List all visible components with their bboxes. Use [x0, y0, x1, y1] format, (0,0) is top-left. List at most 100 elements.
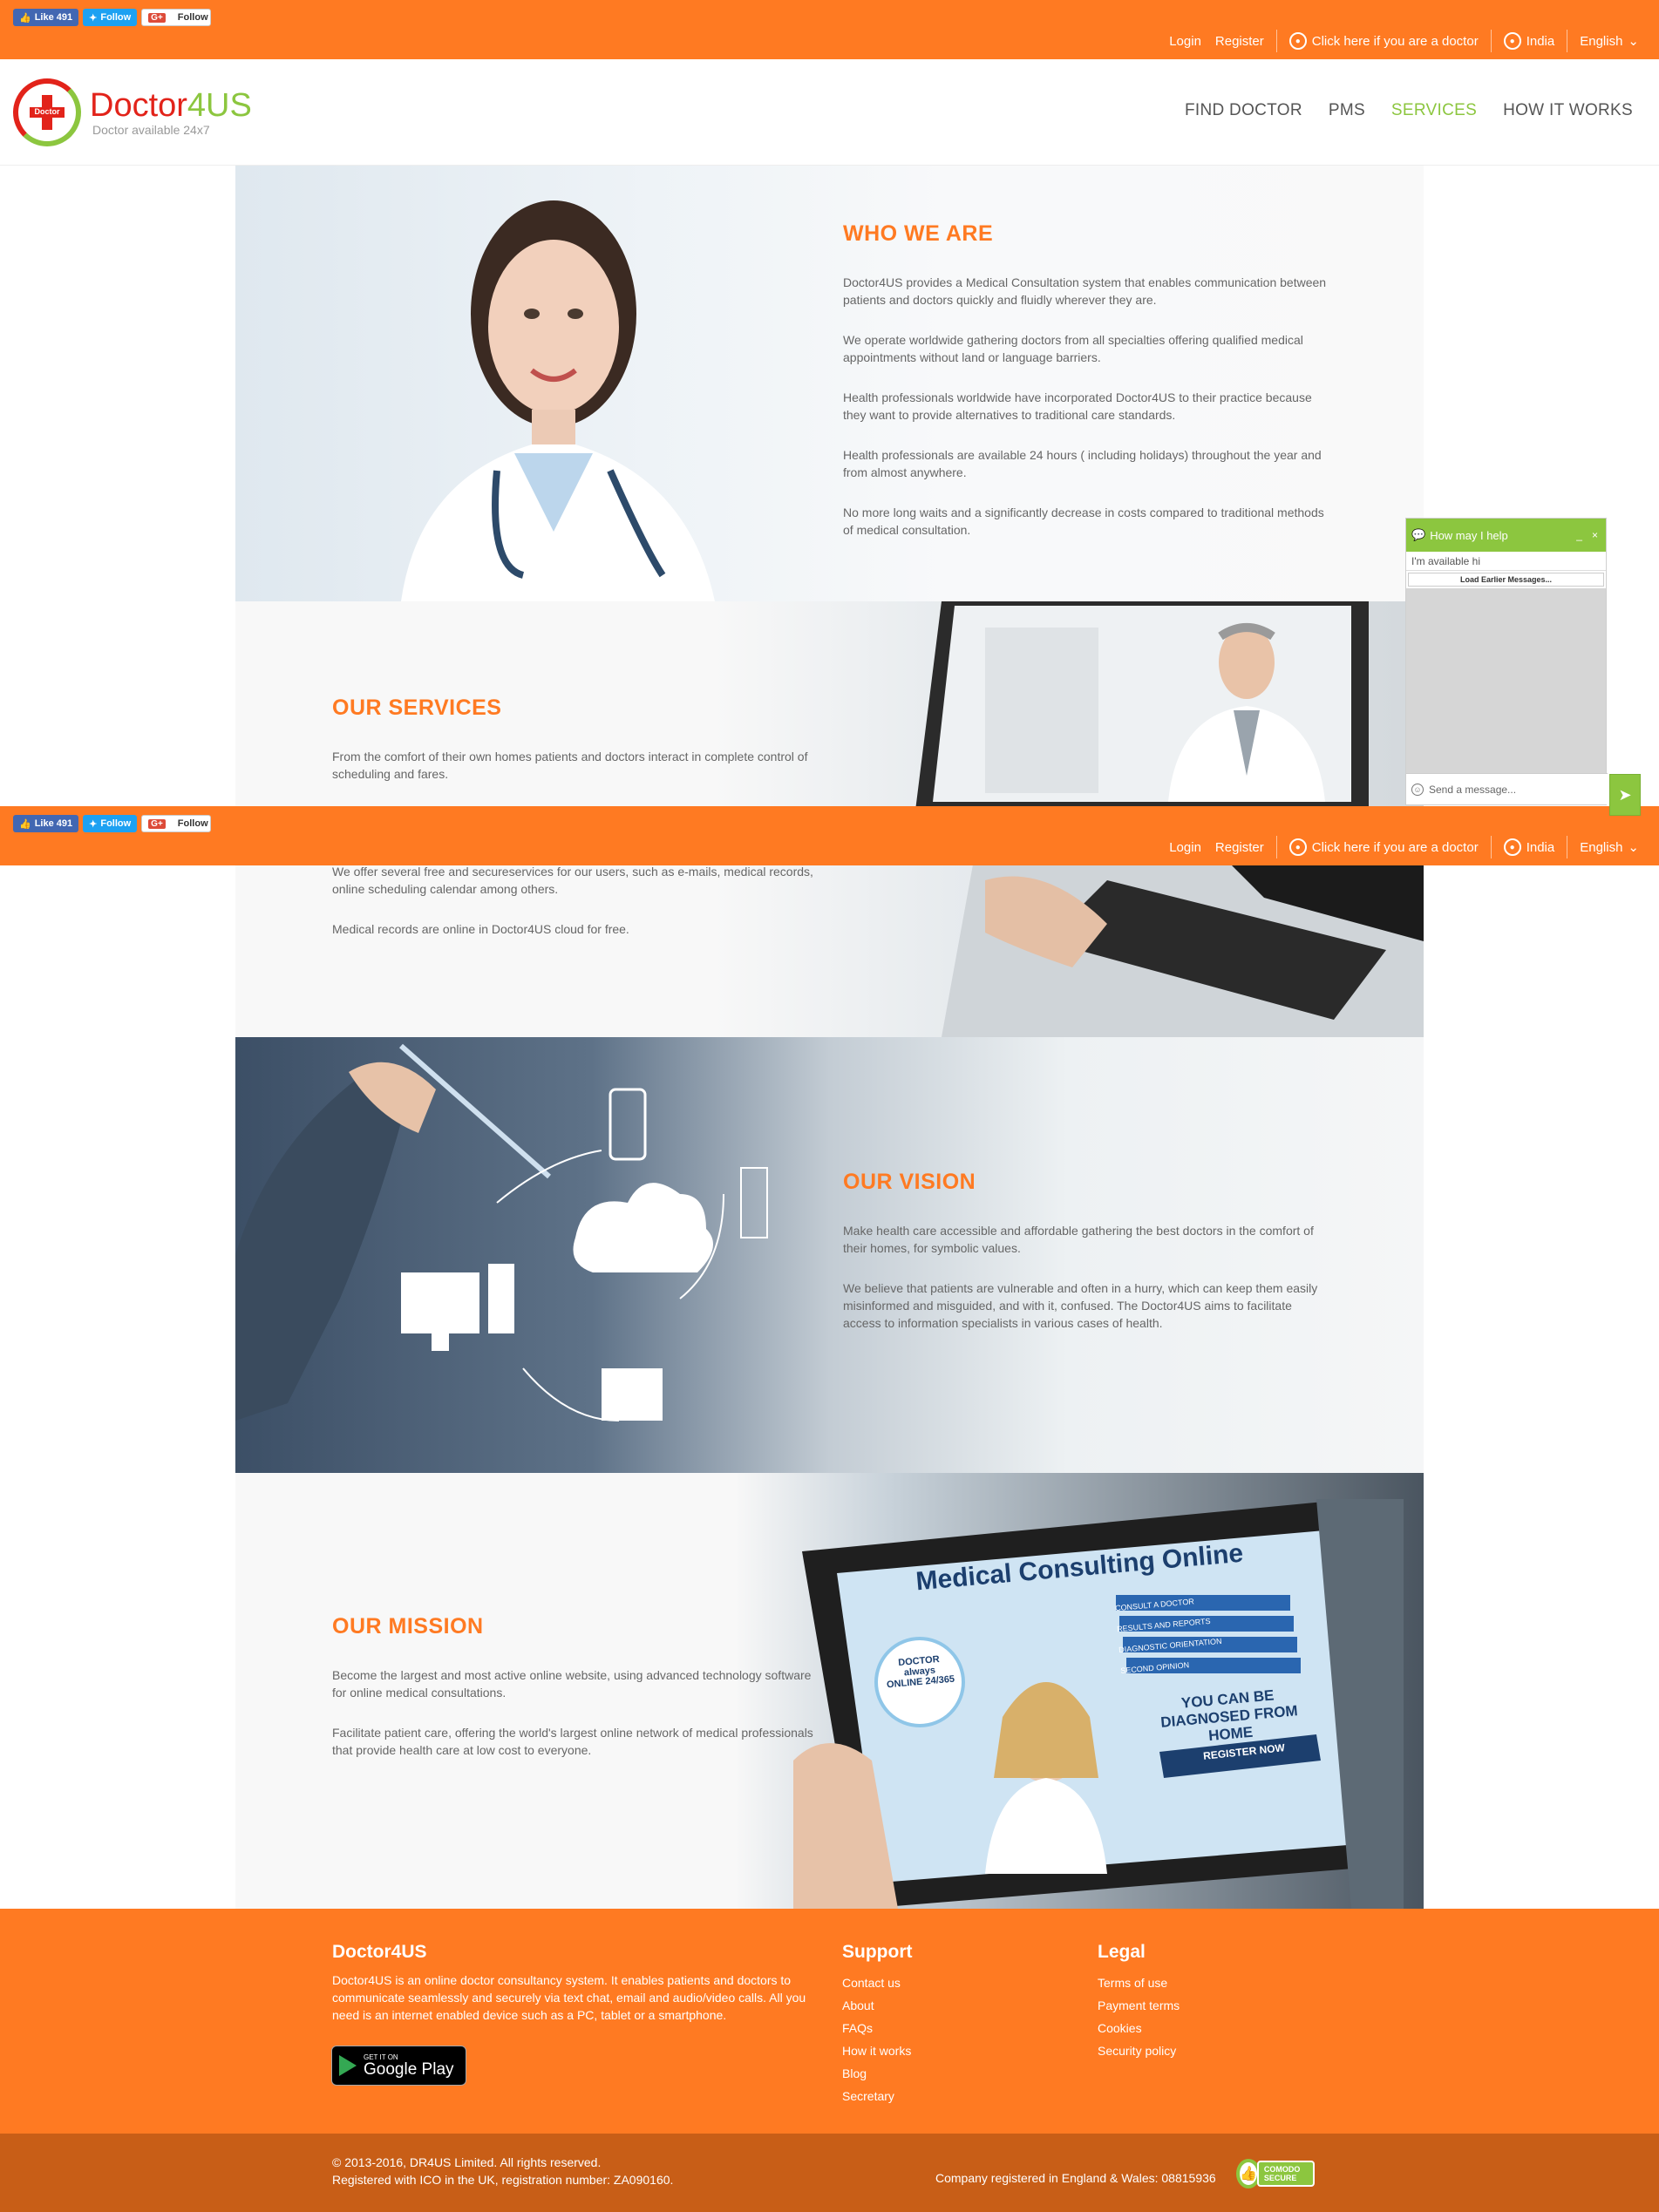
company-registration: Company registered in England & Wales: 0…	[935, 2171, 1216, 2185]
send-icon: ➤	[1618, 785, 1632, 804]
chevron-down-icon: ⌄	[1628, 840, 1639, 855]
footer-about-text: Doctor4US is an online doctor consultanc…	[332, 1973, 806, 2022]
footer-support-title: Support	[842, 1942, 913, 1962]
mission-title: OUR MISSION	[332, 1614, 484, 1639]
mission-paragraph-2: Facilitate patient care, offering the wo…	[332, 1726, 813, 1757]
user-icon: ●	[1288, 32, 1307, 50]
services-paragraph-2: We offer several free and secureservices…	[332, 865, 813, 896]
login-link[interactable]: Login	[1162, 840, 1208, 855]
sticky-top-bar: 👍 Like 491 ✦ Follow G+ Follow Login Registe…	[0, 806, 1659, 865]
twitter-follow-button[interactable]: ✦ Follow	[83, 815, 138, 832]
footer-link-secretary[interactable]: Secretary	[842, 2085, 912, 2107]
footer-link-cookies[interactable]: Cookies	[1098, 2017, 1180, 2039]
footer-link-about[interactable]: About	[842, 1994, 912, 2017]
mission-paragraph-1: Become the largest and most active onlin…	[332, 1668, 812, 1700]
footer-about-title: Doctor4US	[332, 1942, 427, 1962]
location-pin-icon: ●	[1503, 32, 1521, 50]
nav-find-doctor[interactable]: FIND DOCTOR	[1185, 101, 1302, 120]
services-paragraph-3: Medical records are online in Doctor4US …	[332, 922, 629, 936]
cloud-technology-image	[235, 1043, 768, 1422]
facebook-like-button[interactable]: 👍 Like 491	[13, 9, 79, 26]
smiley-icon[interactable]: ☺	[1411, 783, 1424, 796]
male-doctor-screen-image	[915, 601, 1369, 811]
country-selector[interactable]: ● India	[1497, 838, 1562, 856]
facebook-like-button[interactable]: 👍 Like 491	[13, 815, 79, 832]
register-link[interactable]: Register	[1208, 840, 1271, 855]
chat-input-area[interactable]: ☺ Send a message...	[1406, 773, 1608, 804]
login-link[interactable]: Login	[1162, 34, 1208, 49]
who-paragraph-3: Health professionals worldwide have inco…	[843, 390, 1312, 422]
vision-title: OUR VISION	[843, 1170, 976, 1194]
country-selector[interactable]: ● India	[1497, 32, 1562, 50]
logo-tagline: Doctor available 24x7	[92, 123, 210, 137]
footer-link-how-it-works[interactable]: How it works	[842, 2039, 912, 2062]
who-paragraph-2: We operate worldwide gathering doctors f…	[843, 333, 1303, 364]
top-bar: 👍 Like 491 ✦ Follow G+ Follow Login Registe…	[0, 0, 1659, 59]
load-earlier-button[interactable]: Load Earlier Messages...	[1408, 573, 1604, 587]
footer-link-payment[interactable]: Payment terms	[1098, 1994, 1180, 2017]
female-doctor-image	[401, 200, 715, 601]
language-selector[interactable]: English ⌄	[1573, 839, 1646, 856]
chat-widget: 💬 How may I help _ × I'm available hi Lo…	[1405, 518, 1608, 805]
nav-services[interactable]: SERVICES	[1391, 101, 1477, 120]
tablet-menu: CONSULT A DOCTOR RESULTS AND REPORTS DIA…	[1114, 1597, 1222, 1676]
who-paragraph-4: Health professionals are available 24 ho…	[843, 448, 1322, 479]
social-buttons: 👍 Like 491 ✦ Follow G+ Follow	[13, 815, 212, 832]
chat-messages	[1406, 588, 1606, 773]
gplus-follow-button[interactable]: G+ Follow	[141, 815, 212, 832]
our-vision-section: OUR VISION Make health care accessible a…	[235, 1037, 1424, 1473]
send-button[interactable]: ➤	[1609, 774, 1641, 816]
laptop-keyboard-image	[942, 845, 1424, 1037]
footer-legal: Legal Terms of use Payment terms Cookies…	[1098, 1942, 1180, 2062]
vision-paragraph-1: Make health care accessible and affordab…	[843, 1224, 1314, 1255]
sub-footer: © 2013-2016, DR4US Limited. All rights r…	[0, 2134, 1659, 2212]
location-pin-icon: ●	[1503, 838, 1521, 856]
chat-bubble-icon: 💬	[1411, 528, 1426, 541]
tablet-image: Medical Consulting Online DOCTOR always …	[793, 1499, 1404, 1909]
divider	[1275, 836, 1277, 858]
services-paragraph-1: From the comfort of their own homes pati…	[332, 750, 808, 781]
logo-cross-icon: Doctor	[13, 78, 81, 146]
twitter-icon: ✦	[89, 818, 98, 830]
footer-link-terms[interactable]: Terms of use	[1098, 1971, 1180, 1994]
gplus-follow-button[interactable]: G+ Follow	[141, 9, 212, 26]
site-footer: Doctor4US Doctor4US is an online doctor …	[0, 1909, 1659, 2134]
who-paragraph-5: No more long waits and a significantly d…	[843, 506, 1324, 537]
our-mission-section: Medical Consulting Online DOCTOR always …	[235, 1473, 1424, 1909]
chat-header[interactable]: 💬 How may I help _ ×	[1406, 519, 1606, 552]
comodo-secure-badge[interactable]: 👍 COMODO SECURE	[1236, 2151, 1315, 2196]
register-link[interactable]: Register	[1208, 34, 1271, 49]
chat-input[interactable]: Send a message...	[1429, 784, 1608, 796]
chat-status: I'm available hi	[1406, 552, 1606, 571]
nav-how-it-works[interactable]: HOW IT WORKS	[1503, 101, 1633, 120]
footer-link-security[interactable]: Security policy	[1098, 2039, 1180, 2062]
footer-link-blog[interactable]: Blog	[842, 2062, 912, 2085]
google-play-badge[interactable]: GET IT ON Google Play	[331, 2046, 466, 2086]
site-logo[interactable]: Doctor Doctor4US Doctor available 24x7	[13, 78, 252, 146]
chevron-down-icon: ⌄	[1628, 34, 1639, 49]
who-title: WHO WE ARE	[843, 221, 994, 246]
nav-pms[interactable]: PMS	[1329, 101, 1365, 120]
doctor-link[interactable]: ● Click here if you are a doctor	[1282, 838, 1486, 856]
google-play-icon	[339, 2055, 357, 2076]
logo-name: Doctor4US	[90, 87, 252, 124]
copyright: © 2013-2016, DR4US Limited. All rights r…	[332, 2155, 674, 2187]
divider	[1275, 30, 1277, 52]
footer-about: Doctor4US Doctor4US is an online doctor …	[332, 1942, 820, 2024]
footer-link-faqs[interactable]: FAQs	[842, 2017, 912, 2039]
social-buttons: 👍 Like 491 ✦ Follow G+ Follow	[13, 9, 212, 26]
minimize-button[interactable]: _	[1574, 529, 1585, 541]
twitter-icon: ✦	[89, 12, 98, 24]
top-links: Login Register ● Click here if you are a …	[1162, 836, 1646, 858]
close-button[interactable]: ×	[1589, 529, 1601, 541]
language-selector[interactable]: English ⌄	[1573, 33, 1646, 50]
doctor-link[interactable]: ● Click here if you are a doctor	[1282, 32, 1486, 50]
user-icon: ●	[1288, 838, 1307, 856]
gplus-icon: G+	[148, 818, 166, 829]
top-links: Login Register ● Click here if you are a …	[1162, 30, 1646, 52]
who-we-are-section: WHO WE ARE Doctor4US provides a Medical …	[235, 166, 1424, 601]
footer-link-contact[interactable]: Contact us	[842, 1971, 912, 1994]
vision-paragraph-2: We believe that patients are vulnerable …	[843, 1281, 1318, 1330]
twitter-follow-button[interactable]: ✦ Follow	[83, 9, 138, 26]
footer-legal-title: Legal	[1098, 1942, 1146, 1962]
